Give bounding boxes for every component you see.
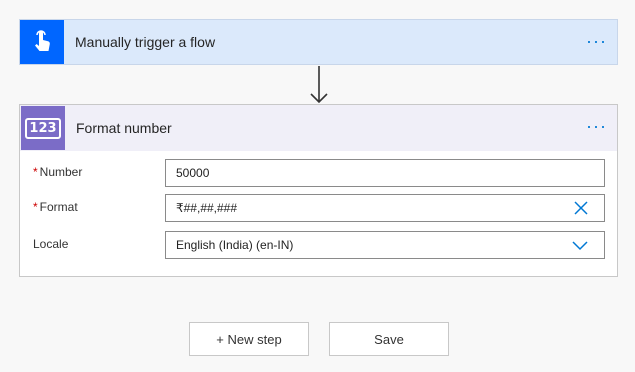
locale-dropdown[interactable]: English (India) (en-IN): [165, 231, 605, 259]
action-header[interactable]: 123 Format number ···: [20, 105, 617, 151]
format-input[interactable]: ₹##,##,###: [165, 194, 605, 222]
number-icon: 123: [21, 106, 65, 150]
format-label: * Format: [33, 200, 78, 214]
locale-label: Locale: [33, 237, 69, 251]
new-step-button[interactable]: + New step: [189, 322, 309, 356]
trigger-header[interactable]: Manually trigger a flow ···: [20, 20, 617, 64]
action-title: Format number: [76, 120, 172, 136]
number-input[interactable]: 50000: [165, 159, 605, 187]
trigger-card[interactable]: Manually trigger a flow ···: [19, 19, 618, 65]
format-number-card[interactable]: 123 Format number ··· * Number 50000 * For…: [19, 104, 618, 277]
number-label: * Number: [33, 165, 83, 179]
number-row: * Number 50000: [20, 159, 617, 187]
chevron-down-icon[interactable]: [572, 238, 588, 252]
more-options-icon[interactable]: ···: [586, 32, 607, 50]
more-options-icon[interactable]: ···: [586, 117, 607, 135]
format-row: * Format ₹##,##,###: [20, 194, 617, 222]
trigger-title: Manually trigger a flow: [75, 34, 216, 50]
locale-row: Locale English (India) (en-IN): [20, 231, 617, 259]
touch-icon: [20, 20, 64, 64]
save-button[interactable]: Save: [329, 322, 449, 356]
clear-icon[interactable]: [574, 201, 588, 215]
down-arrow-icon: [310, 66, 328, 104]
